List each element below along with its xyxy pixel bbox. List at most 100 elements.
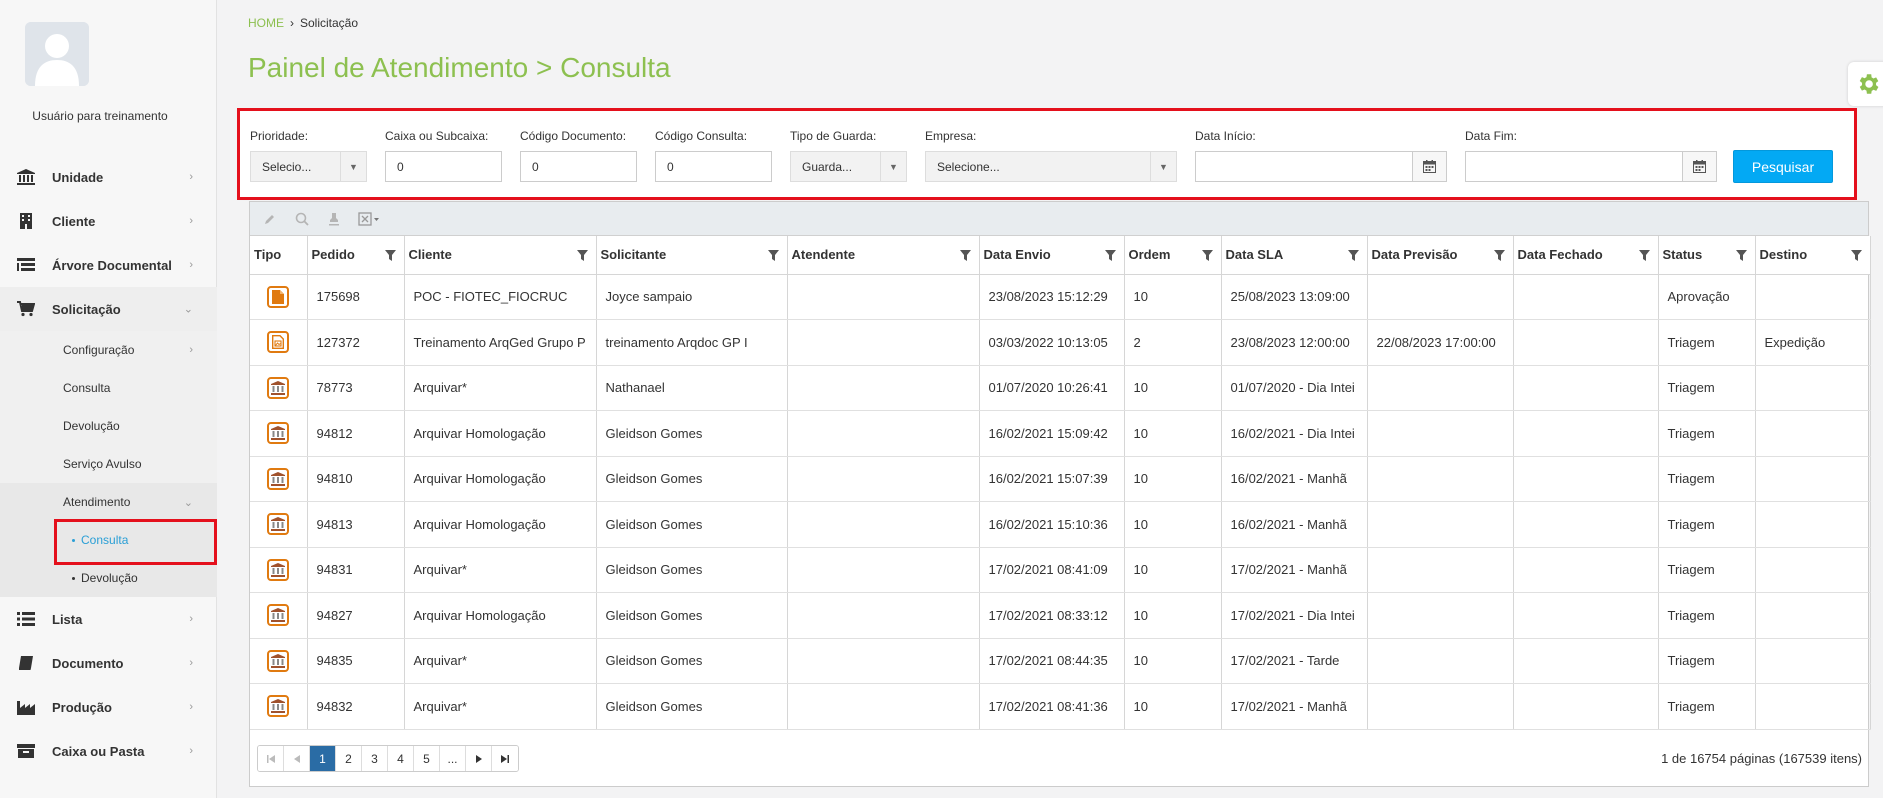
data-inicio-input[interactable] <box>1195 151 1447 182</box>
filter-icon[interactable] <box>1638 249 1650 264</box>
search-button[interactable]: Pesquisar <box>1733 150 1833 183</box>
column-header[interactable]: Tipo <box>250 236 308 275</box>
tipo-guarda-select[interactable]: Guarda... ▼ <box>790 151 907 182</box>
sidebar-item-consulta[interactable]: Consulta <box>0 369 217 407</box>
filter-icon[interactable] <box>959 249 971 264</box>
cell-tipo[interactable] <box>250 638 308 684</box>
table-row[interactable]: 94827 Arquivar Homologação Gleidson Gomes 1… <box>250 592 1871 639</box>
data-fim-input[interactable] <box>1465 151 1717 182</box>
table-row[interactable]: 127372 Treinamento ArqGed Grupo Ptreiname… <box>250 319 1871 366</box>
table-row[interactable]: 78773 Arquivar* Nathanael 01/07/2020 10:26:… <box>250 365 1871 411</box>
filter-icon[interactable] <box>1347 249 1359 264</box>
last-page-icon[interactable] <box>492 746 518 771</box>
page-button[interactable]: ... <box>440 746 466 771</box>
archive-icon[interactable] <box>267 467 290 490</box>
table-row[interactable]: 94812 Arquivar Homologação Gleidson Gomes 1… <box>250 410 1871 457</box>
prioridade-select[interactable]: Selecio... ▼ <box>250 151 367 182</box>
archive-icon[interactable] <box>267 604 290 627</box>
document-icon[interactable] <box>267 285 290 308</box>
table-row[interactable]: 94810 Arquivar Homologação Gleidson Gomes 1… <box>250 456 1871 502</box>
chevron-right-icon: › <box>189 259 193 271</box>
sidebar-item-atendimento-devolucao[interactable]: Devolução <box>0 559 217 597</box>
sidebar-item-arvore-documental[interactable]: Árvore Documental › <box>0 243 217 287</box>
search-icon[interactable] <box>292 209 312 229</box>
sidebar-item-producao[interactable]: Produção › <box>0 685 217 729</box>
breadcrumb-home-link[interactable]: HOME <box>248 16 284 30</box>
sidebar-item-servico-avulso[interactable]: Serviço Avulso <box>0 445 217 483</box>
sidebar-item-lista[interactable]: Lista › <box>0 597 217 641</box>
archive-icon[interactable] <box>267 376 290 399</box>
archive-icon[interactable] <box>267 422 290 445</box>
archive-icon[interactable] <box>267 695 290 718</box>
filter-icon[interactable] <box>1850 249 1862 264</box>
sidebar-item-caixa-pasta[interactable]: Caixa ou Pasta › <box>0 729 217 773</box>
table-row[interactable]: 94831 Arquivar* Gleidson Gomes 17/02/2021 0… <box>250 547 1871 593</box>
settings-tab[interactable] <box>1848 62 1883 106</box>
column-header[interactable]: Destino <box>1755 236 1871 275</box>
filter-icon[interactable] <box>1735 249 1747 264</box>
cell-tipo[interactable] <box>250 365 308 411</box>
column-header[interactable]: Data Fechado <box>1513 236 1659 275</box>
calendar-icon[interactable] <box>1412 152 1446 181</box>
column-header[interactable]: Solicitante <box>596 236 788 275</box>
column-header[interactable]: Cliente <box>404 236 597 275</box>
export-excel-icon[interactable] <box>356 209 382 229</box>
sidebar-item-cliente[interactable]: Cliente › <box>0 199 217 243</box>
codigo-consulta-input[interactable]: 0 <box>655 151 772 182</box>
column-header-label: Data Fechado <box>1517 247 1603 263</box>
cell-pedido: 94831 <box>307 547 405 593</box>
column-header[interactable]: Pedido <box>307 236 405 275</box>
column-header[interactable]: Status <box>1658 236 1756 275</box>
image-doc-icon[interactable] <box>267 331 290 354</box>
column-header[interactable]: Ordem <box>1124 236 1222 275</box>
caixa-input[interactable]: 0 <box>385 151 502 182</box>
column-header[interactable]: Data Envio <box>979 236 1125 275</box>
sidebar-item-documento[interactable]: Documento › <box>0 641 217 685</box>
stamp-icon[interactable] <box>324 209 344 229</box>
table-row[interactable]: 94835 Arquivar* Gleidson Gomes 17/02/2021 0… <box>250 638 1871 684</box>
cell-tipo[interactable] <box>250 501 308 548</box>
filter-icon[interactable] <box>767 249 779 264</box>
sidebar-item-configuracao[interactable]: Configuração › <box>0 331 217 369</box>
cell-tipo[interactable] <box>250 410 308 457</box>
codigo-documento-input[interactable]: 0 <box>520 151 637 182</box>
cell-tipo[interactable] <box>250 456 308 502</box>
table-row[interactable]: 175698 POC - FIOTEC_FIOCRUC Joyce sampaio 2… <box>250 274 1871 320</box>
first-page-icon[interactable] <box>258 746 284 771</box>
cell-tipo[interactable] <box>250 683 308 730</box>
page-button[interactable]: 2 <box>336 746 362 771</box>
column-header[interactable]: Atendente <box>787 236 980 275</box>
page-button[interactable]: 3 <box>362 746 388 771</box>
column-header[interactable]: Data SLA <box>1221 236 1368 275</box>
sidebar-item-solicitacao[interactable]: Solicitação ⌄ <box>0 287 217 331</box>
filter-icon[interactable] <box>384 249 396 264</box>
sidebar-item-unidade[interactable]: Unidade › <box>0 155 217 199</box>
archive-icon[interactable] <box>267 558 290 581</box>
edit-icon[interactable] <box>260 209 280 229</box>
empresa-select[interactable]: Selecione... ▼ <box>925 151 1177 182</box>
filter-icon[interactable] <box>1201 249 1213 264</box>
cell-tipo[interactable] <box>250 547 308 593</box>
filter-icon[interactable] <box>1104 249 1116 264</box>
sidebar-item-atendimento[interactable]: Atendimento ⌄ <box>0 483 217 521</box>
prev-page-icon[interactable] <box>284 746 310 771</box>
avatar[interactable] <box>25 22 89 86</box>
page-button[interactable]: 1 <box>310 746 336 771</box>
cell-tipo[interactable] <box>250 592 308 639</box>
column-header[interactable]: Data Previsão <box>1367 236 1514 275</box>
archive-icon[interactable] <box>267 649 290 672</box>
archive-icon[interactable] <box>267 513 290 536</box>
sidebar-item-atendimento-consulta[interactable]: Consulta <box>0 519 217 565</box>
next-page-icon[interactable] <box>466 746 492 771</box>
table-row[interactable]: 94813 Arquivar Homologação Gleidson Gomes 1… <box>250 501 1871 548</box>
filter-icon[interactable] <box>576 249 588 264</box>
cell-tipo[interactable] <box>250 274 308 320</box>
cell-tipo[interactable] <box>250 319 308 366</box>
sidebar-item-devolucao[interactable]: Devolução <box>0 407 217 445</box>
filter-icon[interactable] <box>1493 249 1505 264</box>
calendar-icon[interactable] <box>1682 152 1716 181</box>
page-button[interactable]: 5 <box>414 746 440 771</box>
table-row[interactable]: 94832 Arquivar* Gleidson Gomes 17/02/2021 0… <box>250 683 1871 730</box>
page-button[interactable]: 4 <box>388 746 414 771</box>
cell-ordem: 10 <box>1124 683 1222 730</box>
